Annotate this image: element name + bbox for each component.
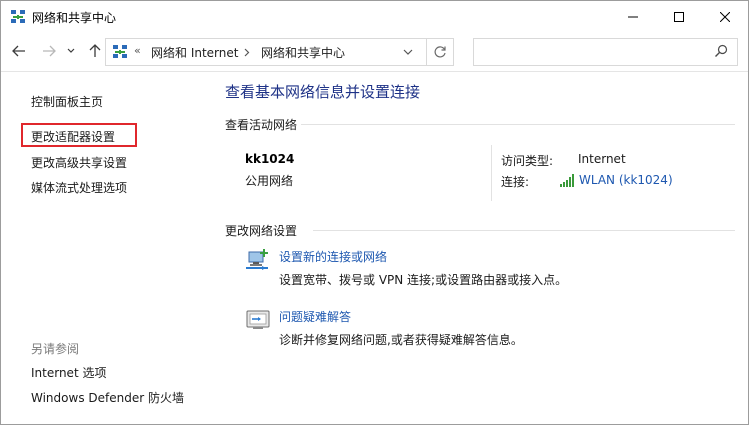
windows-defender-firewall-link[interactable]: Windows Defender 防火墙 [31, 389, 184, 406]
network-name: kk1024 [245, 152, 295, 166]
refresh-icon [434, 46, 446, 58]
media-streaming-options-link[interactable]: 媒体流式处理选项 [31, 179, 127, 196]
window-title: 网络和共享中心 [32, 11, 117, 25]
forward-button[interactable] [39, 41, 59, 61]
wifi-signal-icon [560, 173, 576, 187]
address-toolbar: « 网络和 Internet 网络和共享中心 [1, 32, 748, 72]
control-panel-home-link[interactable]: 控制面板主页 [31, 93, 103, 110]
change-advanced-sharing-link[interactable]: 更改高级共享设置 [31, 154, 127, 171]
active-networks-heading: 查看活动网络 [225, 118, 298, 132]
title-bar: 网络和共享中心 [1, 1, 748, 32]
search-icon [714, 44, 730, 60]
wlan-connection-link[interactable]: WLAN (kk1024) [579, 173, 673, 187]
recent-locations-button[interactable] [65, 41, 77, 61]
chevron-right-icon[interactable] [244, 46, 250, 60]
search-input[interactable] [473, 38, 738, 66]
troubleshoot-link[interactable]: 问题疑难解答 [279, 308, 351, 325]
setup-new-connection-desc: 设置宽带、拨号或 VPN 连接;或设置路由器或接入点。 [279, 273, 568, 287]
new-connection-icon [245, 247, 271, 273]
address-bar[interactable]: « 网络和 Internet 网络和共享中心 [105, 38, 427, 66]
divider [313, 230, 735, 231]
window: 网络和共享中心 « 网络和 Internet 网络和共享中心 控制面板主页 更改… [0, 0, 749, 425]
chevron-down-icon[interactable] [401, 45, 415, 59]
minimize-button[interactable] [610, 1, 656, 32]
breadcrumb-network-internet[interactable]: 网络和 Internet [151, 44, 238, 61]
close-button[interactable] [702, 1, 748, 32]
network-center-icon [112, 44, 128, 60]
network-type-link[interactable]: 公用网络 [245, 172, 293, 189]
back-button[interactable] [9, 41, 29, 61]
troubleshoot-icon [245, 307, 271, 333]
setup-new-connection-link[interactable]: 设置新的连接或网络 [279, 248, 387, 265]
breadcrumb-network-sharing-center[interactable]: 网络和共享中心 [261, 44, 345, 61]
change-settings-heading: 更改网络设置 [225, 224, 298, 238]
change-adapter-settings-link[interactable]: 更改适配器设置 [31, 128, 115, 145]
up-button[interactable] [85, 41, 105, 61]
page-title: 查看基本网络信息并设置连接 [225, 83, 421, 101]
divider [491, 145, 492, 201]
connections-label: 连接: [501, 175, 530, 189]
breadcrumb-overflow[interactable]: « [134, 44, 141, 57]
maximize-button[interactable] [656, 1, 702, 32]
see-also-heading: 另请参阅 [31, 342, 80, 356]
network-center-icon [10, 9, 26, 25]
troubleshoot-desc: 诊断并修复网络问题,或者获得疑难解答信息。 [279, 333, 523, 347]
access-type-label: 访问类型: [501, 154, 554, 168]
internet-options-link[interactable]: Internet 选项 [31, 364, 106, 381]
divider [301, 124, 735, 125]
access-type-value: Internet [578, 152, 626, 166]
refresh-button[interactable] [426, 38, 454, 66]
